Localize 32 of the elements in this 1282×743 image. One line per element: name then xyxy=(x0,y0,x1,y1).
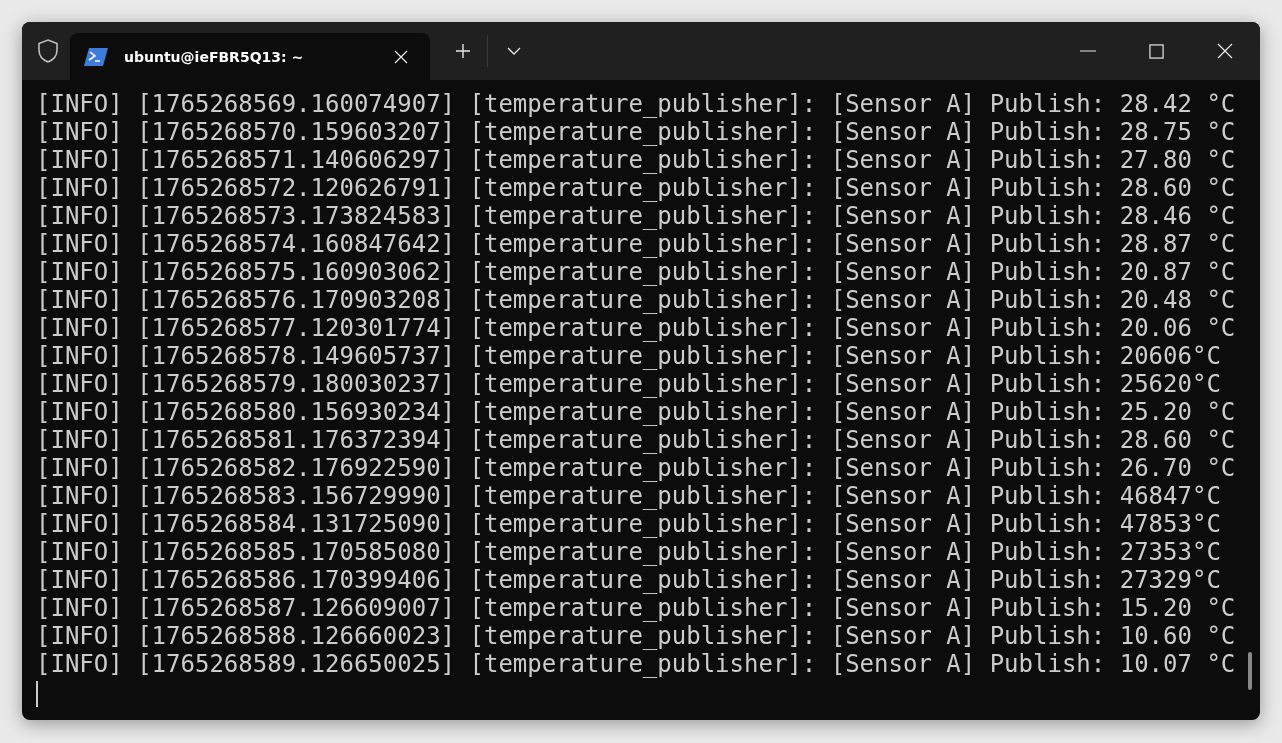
plus-icon[interactable] xyxy=(455,43,471,59)
log-line: [INFO] [1765268587.126609007] [temperature_publisher]: [Sensor A] Publish: 15.20 °C xyxy=(36,594,1236,622)
log-line: [INFO] [1765268570.159603207] [temperature_publisher]: [Sensor A] Publish: 28.75 °C xyxy=(36,118,1236,146)
log-line: [INFO] [1765268588.126660023] [temperature_publisher]: [Sensor A] Publish: 10.60 °C xyxy=(36,622,1236,650)
terminal-prompt-icon xyxy=(84,47,108,66)
log-line: [INFO] [1765268580.156930234] [temperature_publisher]: [Sensor A] Publish: 25.20 °C xyxy=(36,398,1236,426)
log-line: [INFO] [1765268579.180030237] [temperature_publisher]: [Sensor A] Publish: 25620°C xyxy=(36,370,1221,398)
log-line: [INFO] [1765268585.170585080] [temperature_publisher]: [Sensor A] Publish: 27353°C xyxy=(36,538,1221,566)
log-line: [INFO] [1765268578.149605737] [temperature_publisher]: [Sensor A] Publish: 20606°C xyxy=(36,342,1221,370)
close-tab-icon[interactable] xyxy=(394,49,408,64)
log-line: [INFO] [1765268571.140606297] [temperature_publisher]: [Sensor A] Publish: 27.80 °C xyxy=(36,146,1236,174)
log-line: [INFO] [1765268576.170903208] [temperature_publisher]: [Sensor A] Publish: 20.48 °C xyxy=(36,286,1236,314)
log-line: [INFO] [1765268569.160074907] [temperature_publisher]: [Sensor A] Publish: 28.42 °C xyxy=(36,90,1236,118)
log-line: [INFO] [1765268575.160903062] [temperature_publisher]: [Sensor A] Publish: 20.87 °C xyxy=(36,258,1236,286)
tab-title: ubuntu@ieFBR5Q13: ~ xyxy=(124,48,305,65)
close-icon[interactable] xyxy=(1217,43,1233,59)
log-line: [INFO] [1765268584.131725090] [temperature_publisher]: [Sensor A] Publish: 47853°C xyxy=(36,510,1221,538)
log-line: [INFO] [1765268589.126650025] [temperature_publisher]: [Sensor A] Publish: 10.07 °C xyxy=(36,650,1236,678)
log-line: [INFO] [1765268572.120626791] [temperature_publisher]: [Sensor A] Publish: 28.60 °C xyxy=(36,174,1236,202)
log-line: [INFO] [1765268583.156729990] [temperature_publisher]: [Sensor A] Publish: 46847°C xyxy=(36,482,1221,510)
log-line: [INFO] [1765268577.120301774] [temperature_publisher]: [Sensor A] Publish: 20.06 °C xyxy=(36,314,1236,342)
log-line: [INFO] [1765268581.176372394] [temperature_publisher]: [Sensor A] Publish: 28.60 °C xyxy=(36,426,1236,454)
log-line: [INFO] [1765268586.170399406] [temperature_publisher]: [Sensor A] Publish: 27329°C xyxy=(36,566,1221,594)
log-line: [INFO] [1765268573.173824583] [temperature_publisher]: [Sensor A] Publish: 28.46 °C xyxy=(36,202,1236,230)
text-cursor xyxy=(36,681,38,707)
shield-icon[interactable] xyxy=(37,39,59,63)
terminal-tab[interactable]: ubuntu@ieFBR5Q13: ~ xyxy=(70,33,430,80)
log-line: [INFO] [1765268582.176922590] [temperature_publisher]: [Sensor A] Publish: 26.70 °C xyxy=(36,454,1236,482)
maximize-icon[interactable] xyxy=(1149,43,1164,59)
scrollbar-thumb[interactable] xyxy=(1248,652,1252,690)
chevron-down-icon[interactable] xyxy=(507,47,521,55)
log-line: [INFO] [1765268574.160847642] [temperature_publisher]: [Sensor A] Publish: 28.87 °C xyxy=(36,230,1236,258)
